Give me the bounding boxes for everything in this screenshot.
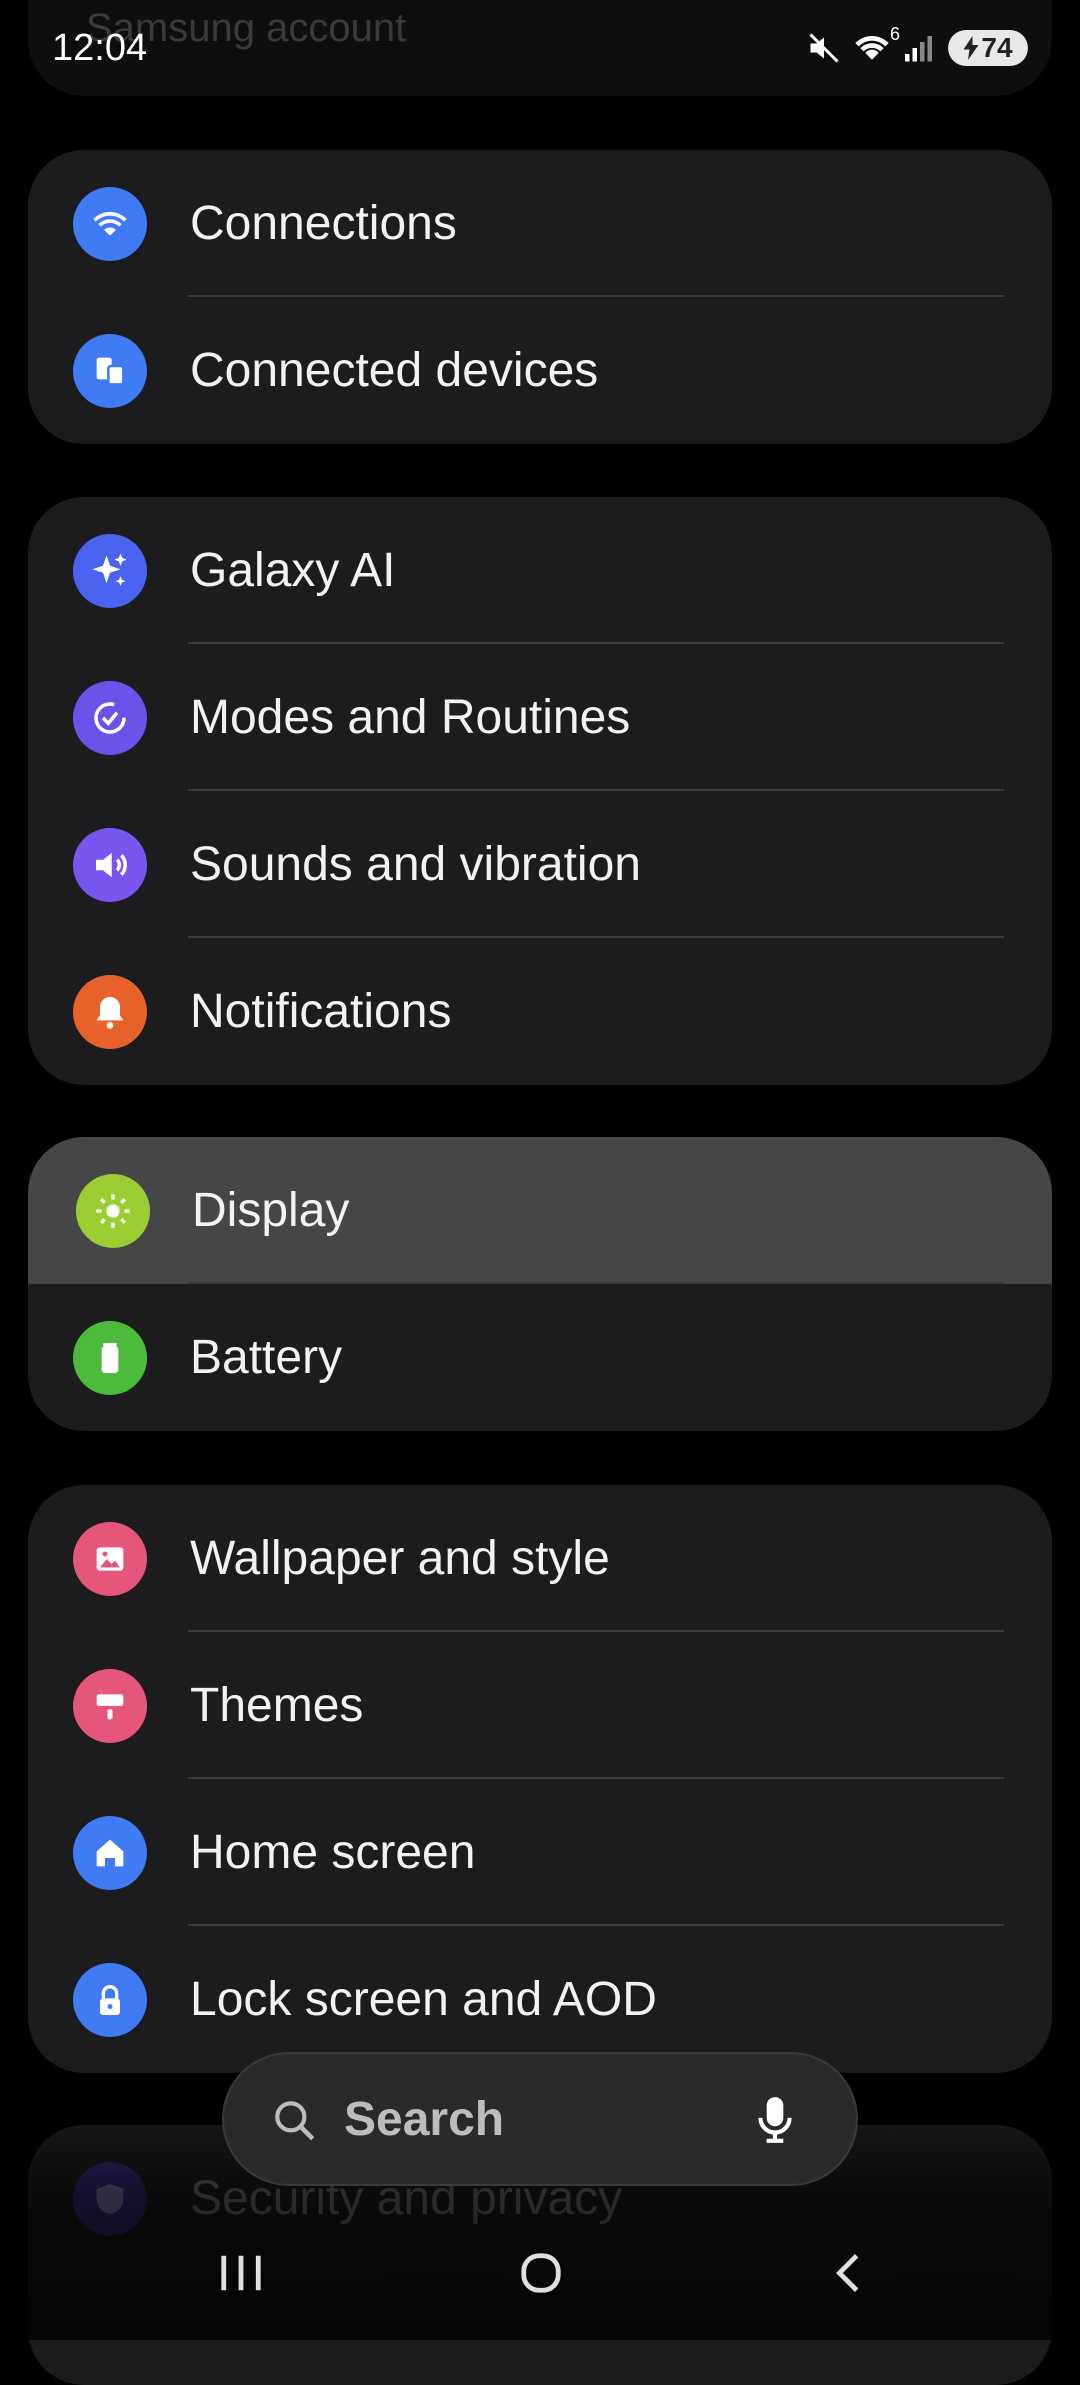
settings-item-connections[interactable]: Connections <box>28 150 1052 297</box>
settings-item-label: Wallpaper and style <box>190 1532 610 1585</box>
mute-icon <box>806 30 842 66</box>
home-button[interactable] <box>518 2250 564 2301</box>
wifi-badge: 6 <box>889 24 900 44</box>
search-bar[interactable]: Search <box>222 2052 858 2186</box>
wifi-status-icon: 6 <box>852 24 900 66</box>
battery-icon <box>73 1320 147 1395</box>
status-icons: 6 74 <box>806 24 1028 66</box>
settings-item-lock-screen[interactable]: Lock screen and AOD <box>28 1926 1052 2073</box>
check-circle-icon <box>73 680 147 755</box>
charging-icon <box>963 36 979 60</box>
settings-item-label: Modes and Routines <box>190 691 631 744</box>
status-bar: 12:04 6 74 <box>0 0 1080 96</box>
image-icon <box>73 1521 147 1596</box>
settings-group-connectivity: Connections Connected devices <box>28 150 1052 444</box>
settings-item-label: Connected devices <box>190 344 599 397</box>
search-icon <box>270 2096 320 2151</box>
settings-item-label: Themes <box>190 1679 364 1732</box>
search-placeholder: Search <box>344 2092 505 2146</box>
settings-item-wallpaper[interactable]: Wallpaper and style <box>28 1485 1052 1632</box>
settings-group-appearance: Wallpaper and style Themes Home screen L… <box>28 1485 1052 2073</box>
settings-item-label: Home screen <box>190 1826 476 1879</box>
settings-item-label: Sounds and vibration <box>190 838 641 891</box>
settings-group-display-battery: Display Battery <box>28 1137 1052 1431</box>
settings-item-label: Battery <box>190 1331 343 1384</box>
settings-item-label: Notifications <box>190 985 452 1038</box>
bell-icon <box>73 974 147 1049</box>
settings-group-ai-sound: Galaxy AI Modes and Routines Sounds and … <box>28 497 1052 1085</box>
settings-item-label: Galaxy AI <box>190 544 396 597</box>
devices-icon <box>73 333 147 408</box>
home-icon <box>73 1815 147 1890</box>
navigation-bar <box>0 2220 1080 2340</box>
paintbrush-icon <box>73 1668 147 1743</box>
signal-icon <box>902 32 938 64</box>
back-button[interactable] <box>826 2250 872 2301</box>
settings-item-connected-devices[interactable]: Connected devices <box>28 297 1052 444</box>
speaker-icon <box>73 827 147 902</box>
sun-icon <box>76 1173 150 1248</box>
sparkle-icon <box>73 533 147 608</box>
status-time: 12:04 <box>52 26 148 69</box>
settings-item-battery[interactable]: Battery <box>28 1284 1052 1431</box>
battery-status: 74 <box>948 30 1028 66</box>
battery-level: 74 <box>981 32 1013 63</box>
settings-item-themes[interactable]: Themes <box>28 1632 1052 1779</box>
recent-apps-button[interactable] <box>216 2250 266 2301</box>
settings-item-label: Connections <box>190 197 457 250</box>
settings-item-label: Lock screen and AOD <box>190 1973 657 2026</box>
settings-item-galaxy-ai[interactable]: Galaxy AI <box>28 497 1052 644</box>
settings-item-label: Display <box>192 1184 350 1237</box>
settings-item-sounds-vibration[interactable]: Sounds and vibration <box>28 791 1052 938</box>
settings-item-modes-routines[interactable]: Modes and Routines <box>28 644 1052 791</box>
mic-icon[interactable] <box>750 2092 800 2153</box>
settings-item-notifications[interactable]: Notifications <box>28 938 1052 1085</box>
settings-item-home-screen[interactable]: Home screen <box>28 1779 1052 1926</box>
settings-item-display[interactable]: Display <box>28 1137 1052 1284</box>
lock-icon <box>73 1962 147 2037</box>
wifi-icon <box>73 186 147 261</box>
